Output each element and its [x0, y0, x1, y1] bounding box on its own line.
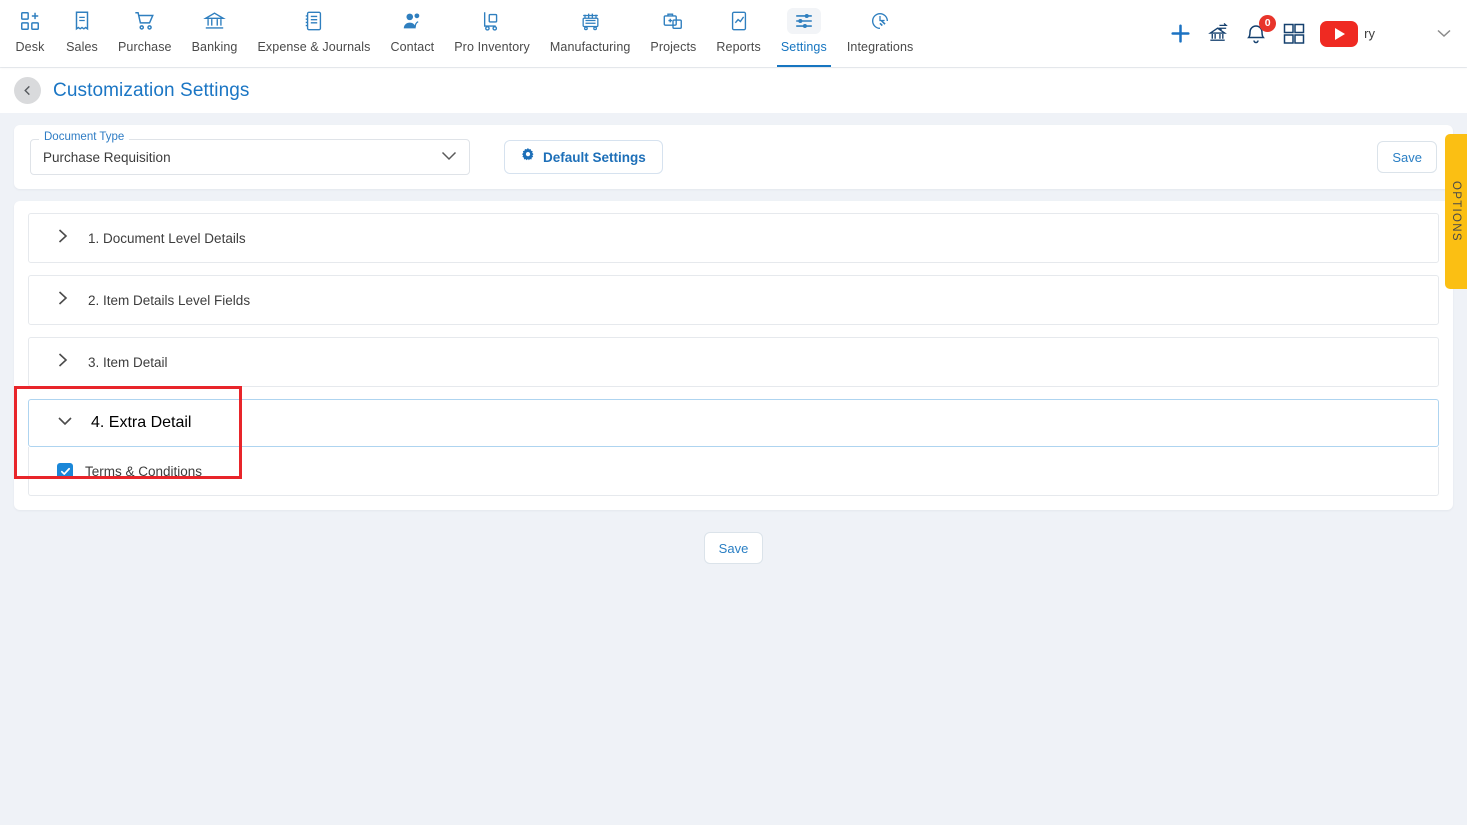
shopping-cart-icon	[133, 8, 156, 34]
chevron-right-icon	[57, 228, 70, 249]
nav-item-sales[interactable]: Sales	[56, 0, 108, 67]
nav-item-label: Projects	[650, 40, 697, 54]
people-icon	[401, 8, 424, 34]
notebook-icon	[303, 8, 325, 34]
nav-item-contact[interactable]: Contact	[380, 0, 444, 67]
page-title: Customization Settings	[53, 79, 250, 101]
terms-conditions-checkbox[interactable]	[57, 463, 73, 479]
nav-item-reports[interactable]: Reports	[706, 0, 770, 67]
accordion-header-1[interactable]: 1. Document Level Details	[29, 214, 1438, 262]
notifications-button[interactable]: 0	[1244, 14, 1277, 46]
accordion-title: 2. Item Details Level Fields	[88, 292, 251, 308]
receipt-icon	[71, 8, 93, 34]
sliders-icon	[786, 8, 821, 34]
nav-item-settings[interactable]: Settings	[771, 0, 837, 67]
gear-icon	[521, 147, 535, 167]
accordion-header-4[interactable]: 4. Extra Detail	[28, 399, 1439, 447]
briefcase-icon	[662, 8, 684, 34]
chart-document-icon	[728, 8, 750, 34]
nav-right-actions: 0 ry	[1168, 0, 1467, 67]
apps-grid-icon[interactable]	[1282, 22, 1306, 46]
bottom-save-wrap: Save	[14, 532, 1453, 564]
nav-item-label: Pro Inventory	[454, 40, 530, 54]
terms-conditions-label: Terms & Conditions	[85, 463, 203, 479]
default-settings-button[interactable]: Default Settings	[504, 140, 663, 174]
nav-item-label: Purchase	[118, 40, 172, 54]
chevron-right-icon	[57, 290, 70, 311]
nav-item-label: Expense & Journals	[257, 40, 371, 54]
hand-truck-icon	[481, 8, 503, 34]
nav-item-label: Contact	[390, 40, 435, 54]
accordion-header-2[interactable]: 2. Item Details Level Fields	[29, 276, 1438, 324]
notification-badge: 0	[1259, 14, 1277, 32]
options-side-tab[interactable]: OPTIONS	[1445, 134, 1467, 289]
accordion-body-4: Terms & Conditions	[28, 447, 1439, 496]
page-title-bar: Customization Settings	[0, 67, 1467, 113]
toolbar-card: Document Type Purchase Requisition Defau…	[14, 125, 1453, 189]
accordion-section-4: 4. Extra Detail Terms & Conditions	[28, 399, 1439, 496]
accordion-card: 1. Document Level Details 2. Item Detail…	[14, 201, 1453, 510]
document-type-value: Purchase Requisition	[43, 149, 171, 165]
document-type-select[interactable]: Purchase Requisition	[30, 139, 470, 175]
nav-item-label: Settings	[780, 40, 827, 54]
nav-item-label: Desk	[15, 40, 45, 54]
nav-item-integrations[interactable]: Integrations	[837, 0, 924, 67]
youtube-play-icon	[1320, 20, 1359, 47]
nav-item-banking[interactable]: Banking	[182, 0, 248, 67]
options-tab-label: OPTIONS	[1450, 181, 1462, 242]
default-settings-label: Default Settings	[543, 149, 646, 165]
top-navigation-bar: Desk Sales Purchase Banking Expense & Jo…	[0, 0, 1467, 67]
nav-item-label: Manufacturing	[549, 40, 631, 54]
add-button[interactable]	[1168, 21, 1193, 46]
user-label: ry	[1364, 26, 1375, 41]
dashboard-grid-plus-icon	[19, 8, 41, 34]
plug-circle-icon	[869, 8, 891, 34]
terms-conditions-row[interactable]: Terms & Conditions	[57, 463, 1410, 479]
nav-item-purchase[interactable]: Purchase	[108, 0, 182, 67]
factory-machine-icon	[579, 8, 602, 34]
accordion-title: 3. Item Detail	[88, 354, 168, 370]
nav-item-manufacturing[interactable]: Manufacturing	[540, 0, 641, 67]
save-button-top[interactable]: Save	[1377, 141, 1437, 173]
document-type-field: Document Type Purchase Requisition	[30, 131, 470, 175]
accordion-title: 4. Extra Detail	[91, 414, 192, 431]
nav-item-label: Integrations	[846, 40, 914, 54]
youtube-button[interactable]: ry	[1320, 20, 1375, 47]
accordion-section-1: 1. Document Level Details	[28, 213, 1439, 263]
accordion-section-2: 2. Item Details Level Fields	[28, 275, 1439, 325]
accordion-section-3: 3. Item Detail	[28, 337, 1439, 387]
nav-items: Desk Sales Purchase Banking Expense & Jo…	[4, 0, 923, 67]
nav-item-expense-journals[interactable]: Expense & Journals	[247, 0, 380, 67]
bank-icon	[203, 8, 226, 34]
nav-item-label: Sales	[66, 40, 98, 54]
nav-item-desk[interactable]: Desk	[4, 0, 56, 67]
back-button[interactable]	[14, 77, 41, 104]
nav-item-projects[interactable]: Projects	[640, 0, 706, 67]
chevron-down-icon	[57, 414, 73, 432]
nav-item-pro-inventory[interactable]: Pro Inventory	[444, 0, 540, 67]
chevron-down-icon[interactable]	[1437, 25, 1451, 42]
nav-item-label: Banking	[191, 40, 238, 54]
accordion-header-3[interactable]: 3. Item Detail	[29, 338, 1438, 386]
bank-transfer-icon[interactable]	[1207, 22, 1230, 45]
accordion-title: 1. Document Level Details	[88, 230, 246, 246]
chevron-down-icon	[441, 148, 457, 166]
save-button-bottom[interactable]: Save	[703, 532, 764, 564]
chevron-right-icon	[57, 352, 70, 373]
nav-item-label: Reports	[716, 40, 761, 54]
document-type-label: Document Type	[39, 131, 130, 143]
page-content: Document Type Purchase Requisition Defau…	[0, 113, 1467, 564]
